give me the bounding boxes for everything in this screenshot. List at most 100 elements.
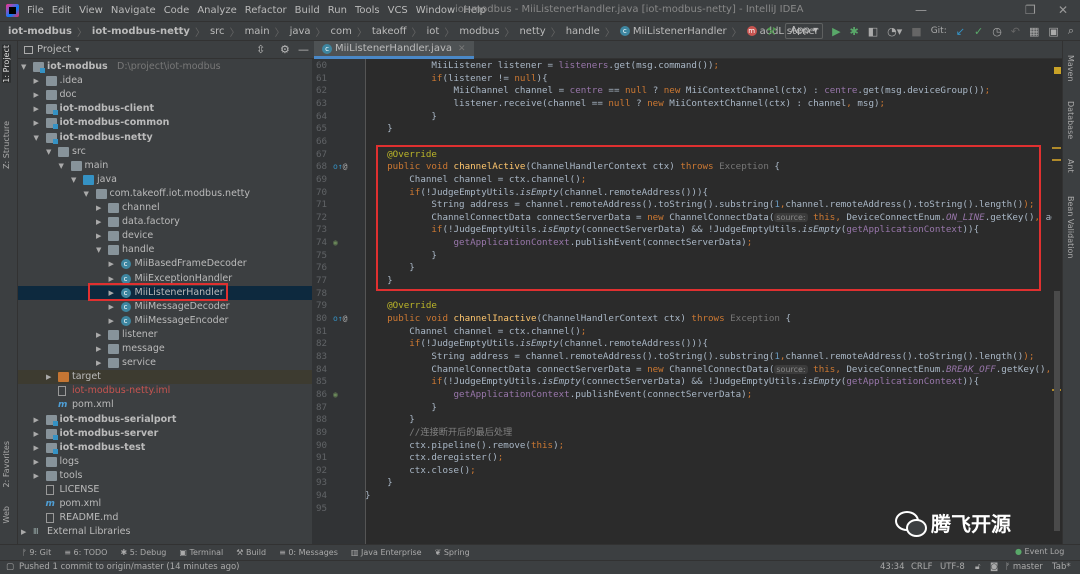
expand-right-icon[interactable]: ▶ [34,102,43,116]
expand-right-icon[interactable]: ▶ [109,300,118,314]
expand-down-icon[interactable]: ▼ [46,145,55,159]
expand-down-icon[interactable]: ▼ [96,243,105,257]
tree-item[interactable]: ▼ iot-modbus D:\project\iot-modbus [18,60,312,74]
collapse-all-icon[interactable]: ⇳ [256,43,265,56]
expand-right-icon[interactable]: ▶ [109,286,118,300]
status-message[interactable]: Pushed 1 commit to origin/master (14 min… [19,562,240,572]
stop-icon[interactable]: ■ [911,25,921,38]
chevron-down-icon[interactable]: ▾ [75,45,79,54]
event-log-button[interactable]: ● Event Log [1015,547,1064,556]
tree-item[interactable]: ▶ device [18,229,312,243]
expand-right-icon[interactable]: ▶ [96,342,105,356]
breadcrumb-item[interactable]: iot [427,26,440,37]
expand-right-icon[interactable]: ▶ [34,441,43,455]
tab-mii-listener-handler[interactable]: c MiiListenerHandler.java ✕ [314,41,474,59]
expand-right-icon[interactable]: ▶ [34,74,43,88]
tree-item[interactable]: ▶ iot-modbus-test [18,441,312,455]
expand-right-icon[interactable]: ▶ [109,314,118,328]
project-tool-tab[interactable]: 1: Project [2,45,11,83]
override-method-icon[interactable]: o↑@ [333,313,347,326]
expand-down-icon[interactable]: ▼ [71,173,80,187]
expand-right-icon[interactable]: ▶ [96,328,105,342]
expand-down-icon[interactable]: ▼ [84,187,93,201]
expand-down-icon[interactable]: ▼ [34,131,43,145]
menu-vcs[interactable]: VCS [388,5,408,16]
tree-item[interactable]: ▶ .idea [18,74,312,88]
tree-item[interactable]: ▼ src [18,145,312,159]
expand-right-icon[interactable]: ▶ [34,88,43,102]
gear-icon[interactable]: ⚙ [280,43,290,56]
tree-item[interactable]: ▶ target [18,370,312,385]
revert-icon[interactable]: ↶ [1011,25,1020,38]
breadcrumb-item[interactable]: c MiiListenerHandler [619,25,727,37]
tree-item[interactable]: LICENSE [18,483,312,497]
expand-right-icon[interactable]: ▶ [96,229,105,243]
tool-window-button-spring[interactable]: ❦ Spring [435,548,470,557]
tree-item[interactable]: ▶ message [18,342,312,356]
expand-right-icon[interactable]: ▶ [34,455,43,469]
tree-item[interactable]: ▶ c MiiExceptionHandler [18,272,312,286]
project-panel-title[interactable]: Project [37,44,71,55]
debug-icon[interactable]: ✱ [850,25,859,38]
file-encoding[interactable]: UTF-8 [940,562,965,572]
expand-right-icon[interactable]: ▶ [46,370,55,384]
expand-right-icon[interactable]: ▶ [96,215,105,229]
tree-item[interactable]: ▶ c MiiBasedFrameDecoder [18,257,312,271]
tree-item[interactable]: ▶ c MiiMessageDecoder [18,300,312,314]
tool-window-button-javaenterprise[interactable]: ▥ Java Enterprise [351,548,422,557]
run-config-select[interactable]: App ▾ [785,23,824,39]
menu-navigate[interactable]: Navigate [111,5,156,16]
tree-item[interactable]: ▶ tools [18,469,312,483]
line-separator[interactable]: CRLF [911,562,932,572]
tree-item[interactable]: ▶ listener [18,328,312,342]
breadcrumb-item[interactable]: iot-modbus [8,26,72,37]
run-icon[interactable]: ▶ [832,25,840,38]
tree-item[interactable]: ▶ channel [18,201,312,215]
breadcrumb-item[interactable]: com [331,26,352,37]
breadcrumb-item[interactable]: iot-modbus-netty [92,26,190,37]
tree-item[interactable]: ▼ iot-modbus-netty [18,131,312,145]
tool-window-button-todo[interactable]: ≡ 6: TODO [64,548,107,557]
git-update-icon[interactable]: ↙ [956,25,965,38]
tree-item[interactable]: m pom.xml [18,398,312,412]
close-window-button[interactable]: ✕ [1058,3,1068,17]
tool-window-button-git[interactable]: ᚠ 9: Git [22,548,51,557]
tree-item[interactable]: ▶ iot-modbus-common [18,116,312,130]
tree-item[interactable]: ▶ data.factory [18,215,312,229]
menu-refactor[interactable]: Refactor [245,5,287,16]
override-method-icon[interactable]: o↑@ [333,161,347,174]
expand-right-icon[interactable]: ▶ [96,201,105,215]
tree-item[interactable]: ▶ iot-modbus-server [18,427,312,441]
menu-tools[interactable]: Tools [355,5,380,16]
terminal-icon[interactable]: ▣ [1048,25,1058,38]
tree-item[interactable]: ▶ iot-modbus-client [18,102,312,116]
breadcrumb-item[interactable]: handle [566,26,600,37]
tree-item[interactable]: ▶ doc [18,88,312,102]
tree-item[interactable]: ▶ logs [18,455,312,469]
tree-item[interactable]: ▶ iot-modbus-serialport [18,413,312,427]
tree-item[interactable]: ▶ service [18,356,312,370]
expand-right-icon[interactable]: ▶ [109,257,118,271]
expand-right-icon[interactable]: ▶ [34,427,43,441]
database-tool-tab[interactable]: Database [1066,101,1075,139]
favorites-tool-tab[interactable]: 2: Favorites [2,441,11,487]
minimize-button[interactable]: — [915,3,927,17]
expand-right-icon[interactable]: ▶ [96,356,105,370]
breadcrumb-item[interactable]: src [210,26,225,37]
tree-item[interactable]: ▼ com.takeoff.iot.modbus.netty [18,187,312,201]
tool-window-button-messages[interactable]: ≡ 0: Messages [279,548,338,557]
git-branch[interactable]: ᚠ master [1005,562,1043,572]
tree-item[interactable]: README.md [18,511,312,525]
build-hammer-icon[interactable]: ⚒ [766,25,776,38]
tool-window-button-debug[interactable]: ✱ 5: Debug [120,548,166,557]
ant-tool-tab[interactable]: Ant [1066,159,1075,173]
menu-analyze[interactable]: Analyze [197,5,236,16]
expand-right-icon[interactable]: ▶ [34,116,43,130]
tree-item[interactable]: ▶ c MiiMessageEncoder [18,314,312,328]
git-commit-icon[interactable]: ✓ [974,25,983,38]
expand-right-icon[interactable]: ▶ [34,469,43,483]
menu-file[interactable]: File [27,5,44,16]
breadcrumb-item[interactable]: netty [519,26,545,37]
menu-view[interactable]: View [79,5,103,16]
tree-item[interactable]: m pom.xml [18,497,312,511]
